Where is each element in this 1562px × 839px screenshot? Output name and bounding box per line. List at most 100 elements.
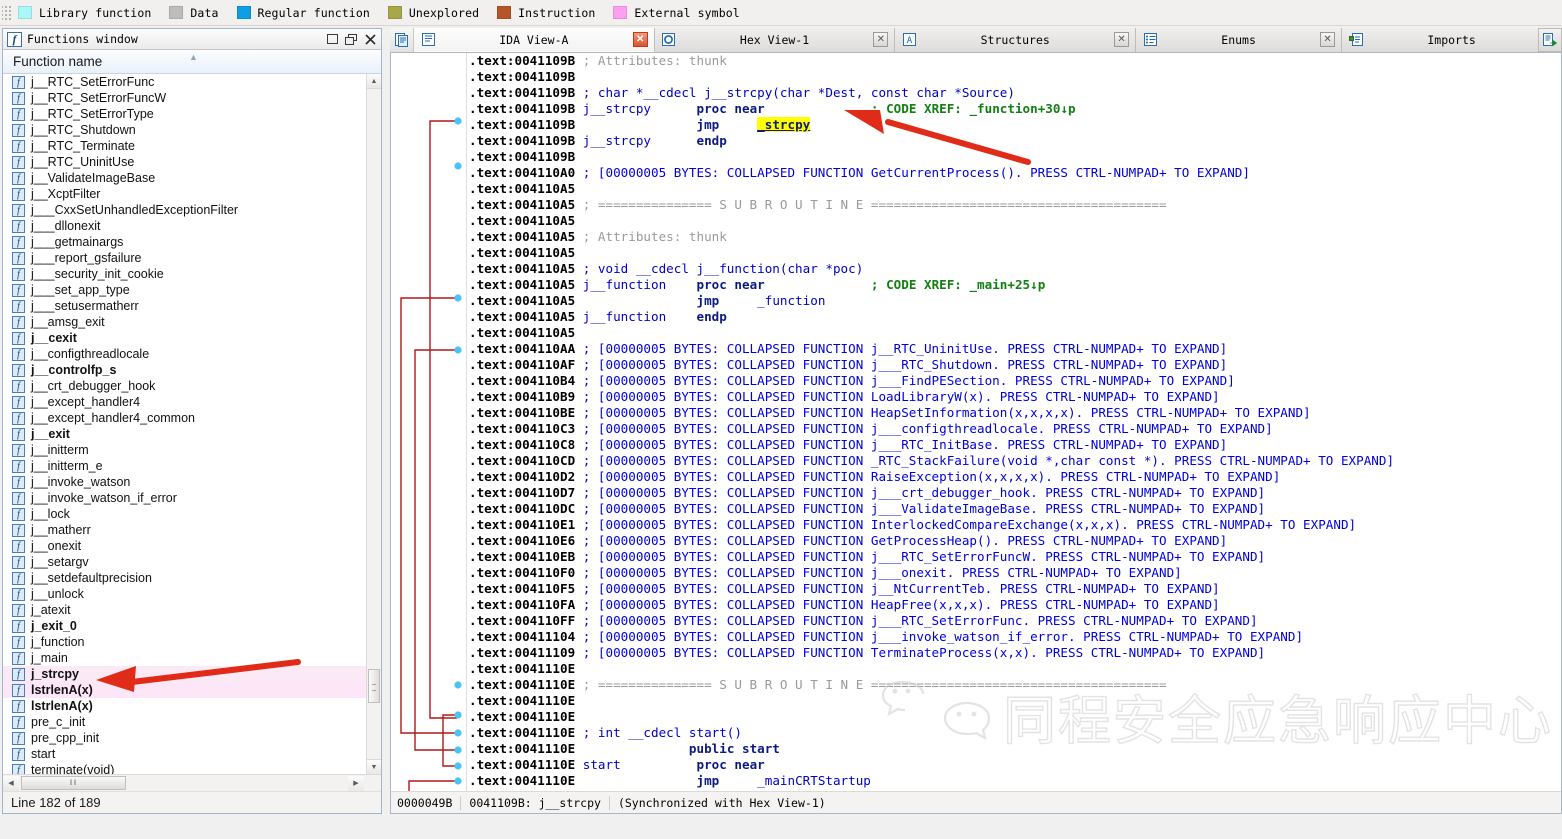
- disassembly-line[interactable]: .text:0041110E ; int __cdecl start(): [469, 725, 1561, 741]
- disassembly-line[interactable]: .text:004110AF ; [00000005 BYTES: COLLAP…: [469, 357, 1561, 373]
- function-list-item[interactable]: fj_strcpy: [3, 666, 366, 682]
- disassembly-line[interactable]: .text:004110D2 ; [00000005 BYTES: COLLAP…: [469, 469, 1561, 485]
- function-list-item[interactable]: fj__crt_debugger_hook: [3, 378, 366, 394]
- disassembly-line[interactable]: .text:004110A5: [469, 181, 1561, 197]
- disassembly-line[interactable]: .text:0041110E ; =============== S U B R…: [469, 677, 1561, 693]
- open-subview-icon[interactable]: [1538, 28, 1562, 52]
- disassembly-body[interactable]: .text:0041109B ; Attributes: thunk.text:…: [391, 53, 1561, 791]
- functions-list-horizontal-scrollbar[interactable]: ◀ ‖‖ ▶: [3, 774, 381, 791]
- disassembly-line[interactable]: .text:0041109B ; char *__cdecl j__strcpy…: [469, 85, 1561, 101]
- function-list-item[interactable]: fj___CxxSetUnhandledExceptionFilter: [3, 202, 366, 218]
- function-list-item[interactable]: fj___getmainargs: [3, 234, 366, 250]
- disasm-symbol[interactable]: j__strcpy: [583, 101, 651, 116]
- disassembly-line[interactable]: .text:0041110E: [469, 693, 1561, 709]
- disassembly-line[interactable]: .text:0041110E: [469, 661, 1561, 677]
- function-list-item[interactable]: fj___security_init_cookie: [3, 266, 366, 282]
- disassembly-line[interactable]: .text:004110AA ; [00000005 BYTES: COLLAP…: [469, 341, 1561, 357]
- function-list-item[interactable]: fstart: [3, 746, 366, 762]
- disassembly-line[interactable]: .text:004110C3 ; [00000005 BYTES: COLLAP…: [469, 421, 1561, 437]
- ida-view-a-disassembly-panel[interactable]: .text:0041109B ; Attributes: thunk.text:…: [390, 52, 1562, 814]
- disassembly-line[interactable]: .text:004110A5: [469, 325, 1561, 341]
- disassembly-line[interactable]: .text:004110FA ; [00000005 BYTES: COLLAP…: [469, 597, 1561, 613]
- function-list-item[interactable]: fj__lock: [3, 506, 366, 522]
- disassembly-line[interactable]: .text:0041109B jmp _strcpy: [469, 117, 1561, 133]
- function-list-item[interactable]: fj__XcptFilter: [3, 186, 366, 202]
- disassembly-line[interactable]: .text:004110F5 ; [00000005 BYTES: COLLAP…: [469, 581, 1561, 597]
- disassembly-line[interactable]: .text:004110A5 j__function proc near ; C…: [469, 277, 1561, 293]
- disassembly-line[interactable]: .text:0041110E public start: [469, 741, 1561, 757]
- functions-list[interactable]: fj__RTC_SetErrorFuncfj__RTC_SetErrorFunc…: [3, 74, 366, 774]
- function-list-item[interactable]: flstrlenA(x): [3, 682, 366, 698]
- restore-button[interactable]: [342, 31, 360, 48]
- function-list-item[interactable]: fj__RTC_Shutdown: [3, 122, 366, 138]
- tab-close-icon[interactable]: ✕: [633, 32, 648, 47]
- disassembly-line[interactable]: .text:004110A5 ; =============== S U B R…: [469, 197, 1561, 213]
- disassembly-line[interactable]: .text:004110B4 ; [00000005 BYTES: COLLAP…: [469, 373, 1561, 389]
- tab-close-icon[interactable]: ✕: [1320, 32, 1335, 47]
- disassembly-line[interactable]: .text:0041109B ; Attributes: thunk: [469, 53, 1561, 69]
- disassembly-line[interactable]: .text:0041109B: [469, 69, 1561, 85]
- function-list-item[interactable]: fterminate(void): [3, 762, 366, 774]
- disassembly-line[interactable]: .text:004110A5 jmp _function: [469, 293, 1561, 309]
- disassembly-line[interactable]: .text:004110F0 ; [00000005 BYTES: COLLAP…: [469, 565, 1561, 581]
- function-list-item[interactable]: fj__invoke_watson: [3, 474, 366, 490]
- disassembly-text[interactable]: .text:0041109B ; Attributes: thunk.text:…: [469, 53, 1561, 791]
- function-list-item[interactable]: fj___setusermatherr: [3, 298, 366, 314]
- scroll-right-arrow-icon[interactable]: ▶: [348, 776, 364, 791]
- disassembly-line[interactable]: .text:004110A0 ; [00000005 BYTES: COLLAP…: [469, 165, 1561, 181]
- disassembly-line[interactable]: .text:004110A5 ; void __cdecl j__functio…: [469, 261, 1561, 277]
- function-list-item[interactable]: fj__RTC_SetErrorFuncW: [3, 90, 366, 106]
- function-list-item[interactable]: fj__RTC_SetErrorFunc: [3, 74, 366, 90]
- function-list-item[interactable]: fj___dllonexit: [3, 218, 366, 234]
- disassembly-line[interactable]: .text:004110A5: [469, 245, 1561, 261]
- tab-ida-view-a[interactable]: IDA View-A✕: [414, 28, 655, 52]
- disassembly-line[interactable]: .text:004110BE ; [00000005 BYTES: COLLAP…: [469, 405, 1561, 421]
- function-list-item[interactable]: fj__configthreadlocale: [3, 346, 366, 362]
- function-list-item[interactable]: fj__unlock: [3, 586, 366, 602]
- function-list-item[interactable]: fj___set_app_type: [3, 282, 366, 298]
- disasm-highlighted-operand[interactable]: _strcpy: [757, 117, 810, 132]
- function-list-item[interactable]: fj__controlfp_s: [3, 362, 366, 378]
- function-list-item[interactable]: fj_atexit: [3, 602, 366, 618]
- disassembly-line[interactable]: .text:004110A5: [469, 213, 1561, 229]
- function-list-item[interactable]: fj__except_handler4: [3, 394, 366, 410]
- functions-window-titlebar[interactable]: f Functions window: [3, 29, 381, 50]
- disassembly-line[interactable]: .text:0041109B j__strcpy endp: [469, 133, 1561, 149]
- function-list-item[interactable]: fj_function: [3, 634, 366, 650]
- function-list-item[interactable]: fj__onexit: [3, 538, 366, 554]
- disassembly-line[interactable]: .text:004110B9 ; [00000005 BYTES: COLLAP…: [469, 389, 1561, 405]
- function-list-item[interactable]: fj__initterm: [3, 442, 366, 458]
- function-list-item[interactable]: fj___report_gsfailure: [3, 250, 366, 266]
- function-list-item[interactable]: fj_main: [3, 650, 366, 666]
- function-list-item[interactable]: fj__RTC_Terminate: [3, 138, 366, 154]
- function-list-item[interactable]: fj__RTC_SetErrorType: [3, 106, 366, 122]
- function-list-item[interactable]: fj__setdefaultprecision: [3, 570, 366, 586]
- function-list-item[interactable]: flstrlenA(x): [3, 698, 366, 714]
- disassembly-line[interactable]: .text:004110C8 ; [00000005 BYTES: COLLAP…: [469, 437, 1561, 453]
- disassembly-line[interactable]: .text:0041109B: [469, 149, 1561, 165]
- tab-hex-view-1[interactable]: Hex View-1✕: [655, 28, 896, 52]
- disassembly-line[interactable]: .text:004110A5 j__function endp: [469, 309, 1561, 325]
- function-list-item[interactable]: fj_exit_0: [3, 618, 366, 634]
- scroll-down-arrow-icon[interactable]: ▼: [367, 759, 381, 774]
- function-list-item[interactable]: fj__matherr: [3, 522, 366, 538]
- disasm-symbol[interactable]: j__function: [583, 309, 666, 324]
- disassembly-line[interactable]: .text:0041109B j__strcpy proc near ; COD…: [469, 101, 1561, 117]
- close-icon[interactable]: [361, 31, 379, 48]
- disasm-symbol[interactable]: _mainCRTStartup: [757, 773, 871, 788]
- horizontal-scrollbar-thumb[interactable]: ‖‖: [21, 776, 126, 790]
- disassembly-line[interactable]: .text:0041110E: [469, 709, 1561, 725]
- tab-imports[interactable]: Imports✕: [1342, 28, 1562, 52]
- disasm-symbol[interactable]: start: [583, 757, 621, 772]
- function-list-item[interactable]: fj__RTC_UninitUse: [3, 154, 366, 170]
- toolbar-grip[interactable]: [2, 4, 12, 22]
- disassembly-line[interactable]: .text:0041110E start proc near: [469, 757, 1561, 773]
- tab-enums[interactable]: Enums✕: [1136, 28, 1342, 52]
- disassembly-line[interactable]: .text:004110CD ; [00000005 BYTES: COLLAP…: [469, 453, 1561, 469]
- disasm-symbol[interactable]: j__strcpy: [583, 133, 651, 148]
- function-list-item[interactable]: fj__ValidateImageBase: [3, 170, 366, 186]
- functions-list-vertical-scrollbar[interactable]: ▲ ▼: [366, 74, 381, 774]
- disassembly-line[interactable]: .text:004110A5 ; Attributes: thunk: [469, 229, 1561, 245]
- disassembly-line[interactable]: .text:004110E1 ; [00000005 BYTES: COLLAP…: [469, 517, 1561, 533]
- function-list-item[interactable]: fj__amsg_exit: [3, 314, 366, 330]
